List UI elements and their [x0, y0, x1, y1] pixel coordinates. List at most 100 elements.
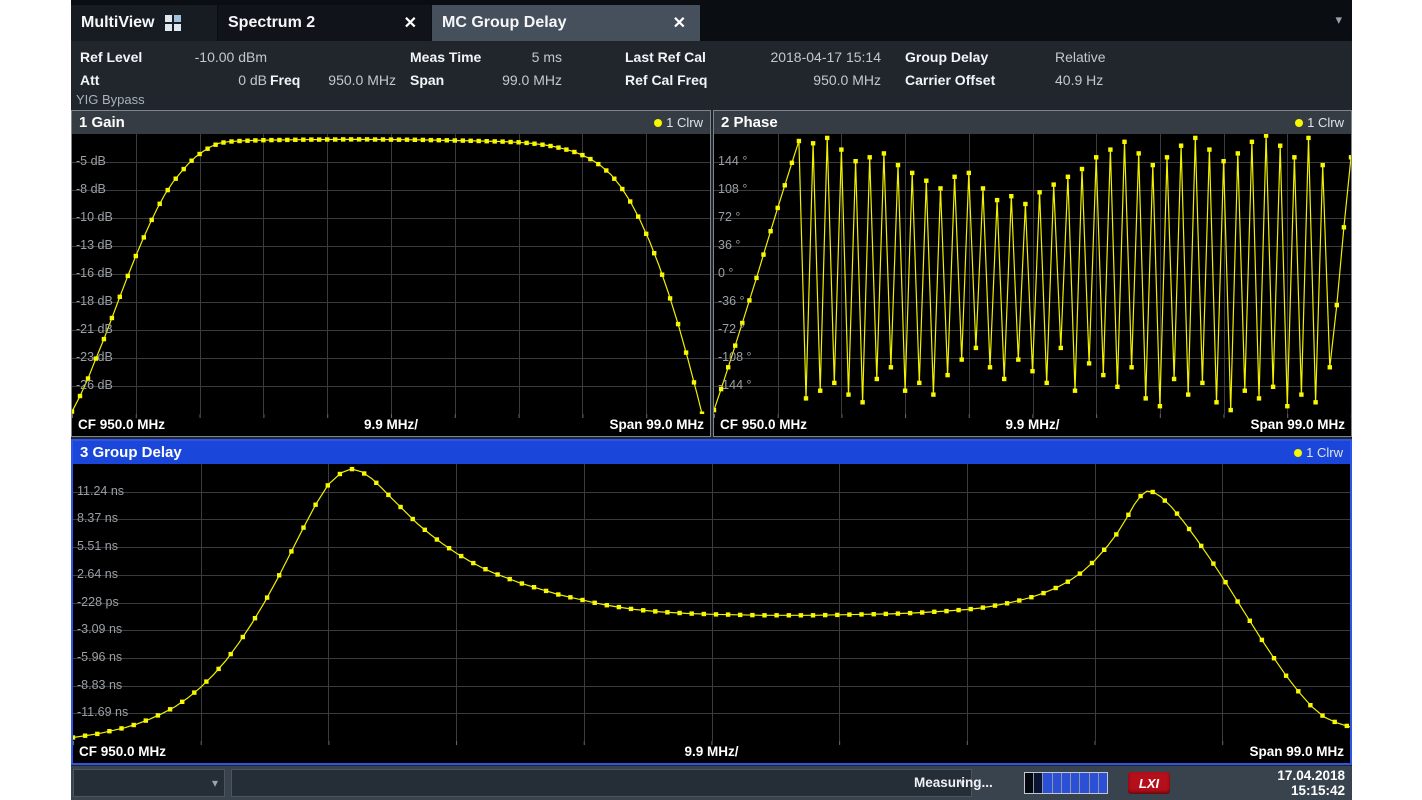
tab-spectrum-2-label: Spectrum 2 [228, 14, 315, 32]
window-phase: 2 Phase 1 Clrw 144 ° 108 ° 72 ° 36 ° 0 ° -36 … [713, 110, 1352, 437]
y-axis-label: 11.24 ns [77, 484, 124, 498]
gain-plot[interactable]: -5 dB-8 dB-10 dB-13 dB-16 dB-18 dB-21 dB… [72, 134, 710, 414]
analyzer-app-window: MultiView Spectrum 2 ✕ MC Group Delay ✕ … [71, 0, 1352, 800]
y-axis-label: -13 dB [76, 238, 113, 252]
chevron-down-icon[interactable]: ▾ [212, 776, 218, 790]
group-delay-cf-label: CF 950.0 MHz [79, 744, 166, 759]
multiview-grid-icon [165, 15, 181, 31]
tab-spectrum-2[interactable]: Spectrum 2 ✕ [218, 5, 431, 41]
progress-segment [1062, 773, 1071, 793]
group-delay-span-label: Span 99.0 MHz [1249, 744, 1344, 759]
y-axis-label: 36 ° [718, 238, 740, 252]
group_delay-trace-svg [73, 464, 1350, 741]
close-icon[interactable]: ✕ [400, 13, 421, 33]
att-value[interactable]: 0 dB [151, 72, 267, 88]
window-phase-titlebar[interactable]: 2 Phase 1 Clrw [714, 111, 1351, 134]
progress-segment [1080, 773, 1089, 793]
tab-bar: MultiView Spectrum 2 ✕ MC Group Delay ✕ … [71, 0, 1352, 41]
gain-perdiv-label: 9.9 MHz/ [364, 417, 418, 432]
phase-plot[interactable]: 144 °108 °72 °36 °0 °-36 °-72 °-108 °-14… [714, 134, 1351, 414]
group-delay-perdiv-label: 9.9 MHz/ [684, 744, 738, 759]
phase-span-label: Span 99.0 MHz [1250, 417, 1345, 432]
y-axis-label: 2.64 ns [77, 567, 118, 581]
att-label: Att [80, 72, 99, 88]
measurement-header: Ref Level -10.00 dBm Meas Time 5 ms Last… [71, 41, 1352, 108]
y-axis-label: 108 ° [718, 182, 747, 196]
measuring-status-text: Measuring... [914, 775, 993, 790]
group-delay-mode-value[interactable]: Relative [1055, 49, 1106, 65]
group-delay-mode-label: Group Delay [905, 49, 988, 65]
span-value[interactable]: 99.0 MHz [471, 72, 562, 88]
y-axis-label: 0 ° [718, 266, 733, 280]
window-gain: 1 Gain 1 Clrw -5 dB-8 dB-10 dB-13 dB-16 … [71, 110, 711, 437]
phase-x-axis-bar: CF 950.0 MHz 9.9 MHz/ Span 99.0 MHz [714, 414, 1351, 436]
tab-mc-group-delay-label: MC Group Delay [442, 14, 566, 32]
y-axis-label: -144 ° [718, 378, 752, 392]
gain-x-axis-bar: CF 950.0 MHz 9.9 MHz/ Span 99.0 MHz [72, 414, 710, 436]
gain-cf-label: CF 950.0 MHz [78, 417, 165, 432]
y-axis-label: -5.96 ns [77, 650, 122, 664]
status-message-field[interactable]: ▾ [231, 769, 972, 797]
y-axis-label: -16 dB [76, 266, 113, 280]
progress-segment [1099, 773, 1107, 793]
y-axis-label: -36 ° [718, 294, 745, 308]
meas-time-value[interactable]: 5 ms [471, 49, 562, 65]
tab-multiview[interactable]: MultiView [71, 5, 217, 41]
close-icon[interactable]: ✕ [669, 13, 690, 33]
y-axis-label: 5.51 ns [77, 539, 118, 553]
progress-segment [1090, 773, 1099, 793]
y-axis-label: 72 ° [718, 210, 740, 224]
group-delay-plot[interactable]: 11.24 ns8.37 ns5.51 ns2.64 ns-228 ps-3.0… [73, 464, 1350, 741]
carrier-offset-label: Carrier Offset [905, 72, 995, 88]
window-group-delay-titlebar[interactable]: 3 Group Delay 1 Clrw [73, 441, 1350, 464]
trace-color-icon [654, 119, 662, 127]
trace-legend-label: 1 Clrw [1307, 115, 1344, 130]
phase-trace-svg [714, 134, 1351, 414]
trace-legend-label: 1 Clrw [1306, 445, 1343, 460]
lxi-logo: LXI [1128, 772, 1170, 794]
gain-span-label: Span 99.0 MHz [609, 417, 704, 432]
trace-legend: 1 Clrw [654, 115, 703, 130]
window-phase-title: 2 Phase [721, 114, 778, 131]
window-gain-title: 1 Gain [79, 114, 125, 131]
y-axis-label: -11.69 ns [77, 705, 128, 719]
y-axis-label: -26 dB [76, 378, 113, 392]
y-axis-label: -23 dB [76, 350, 113, 364]
window-gain-titlebar[interactable]: 1 Gain 1 Clrw [72, 111, 710, 134]
y-axis-label: -18 dB [76, 294, 113, 308]
y-axis-label: -21 dB [76, 322, 113, 336]
progress-segment [1071, 773, 1080, 793]
carrier-offset-value: 40.9 Hz [1055, 72, 1103, 88]
last-ref-cal-value: 2018-04-17 15:14 [716, 49, 881, 65]
chevron-down-icon[interactable]: ▾ [1335, 12, 1342, 28]
trace-color-icon [1295, 119, 1303, 127]
progress-segment [1043, 773, 1052, 793]
ref-level-value[interactable]: -10.00 dBm [151, 49, 267, 65]
gain-trace-svg [72, 134, 710, 414]
last-ref-cal-label: Last Ref Cal [625, 49, 706, 65]
phase-perdiv-label: 9.9 MHz/ [1005, 417, 1059, 432]
group-delay-x-axis-bar: CF 950.0 MHz 9.9 MHz/ Span 99.0 MHz [73, 741, 1350, 763]
tab-mc-group-delay[interactable]: MC Group Delay ✕ [432, 5, 700, 41]
span-label: Span [410, 72, 444, 88]
measurement-progress-bar [1024, 772, 1108, 794]
progress-segment [1034, 773, 1043, 793]
y-axis-label: 144 ° [718, 154, 747, 168]
freq-value[interactable]: 950.0 MHz [311, 72, 396, 88]
trace-legend: 1 Clrw [1295, 115, 1344, 130]
yig-bypass-status: YIG Bypass [76, 92, 145, 107]
y-axis-label: -3.09 ns [77, 622, 122, 636]
window-group-delay: 3 Group Delay 1 Clrw 11.24 ns8.37 ns5.51… [71, 439, 1352, 765]
y-axis-label: -8.83 ns [77, 678, 122, 692]
y-axis-label: -5 dB [76, 154, 106, 168]
status-dropdown-left[interactable]: ▾ [73, 769, 225, 797]
window-group-delay-title: 3 Group Delay [80, 444, 182, 461]
y-axis-label: -72 ° [718, 322, 745, 336]
status-bar: ▾ ▾ Measuring... LXI 17.04.2018 15:15:42 [71, 766, 1352, 800]
y-axis-label: -228 ps [77, 595, 119, 609]
time-text: 15:15:42 [1277, 783, 1345, 798]
freq-label: Freq [270, 72, 300, 88]
progress-segment [1025, 773, 1034, 793]
phase-cf-label: CF 950.0 MHz [720, 417, 807, 432]
ref-cal-freq-label: Ref Cal Freq [625, 72, 707, 88]
